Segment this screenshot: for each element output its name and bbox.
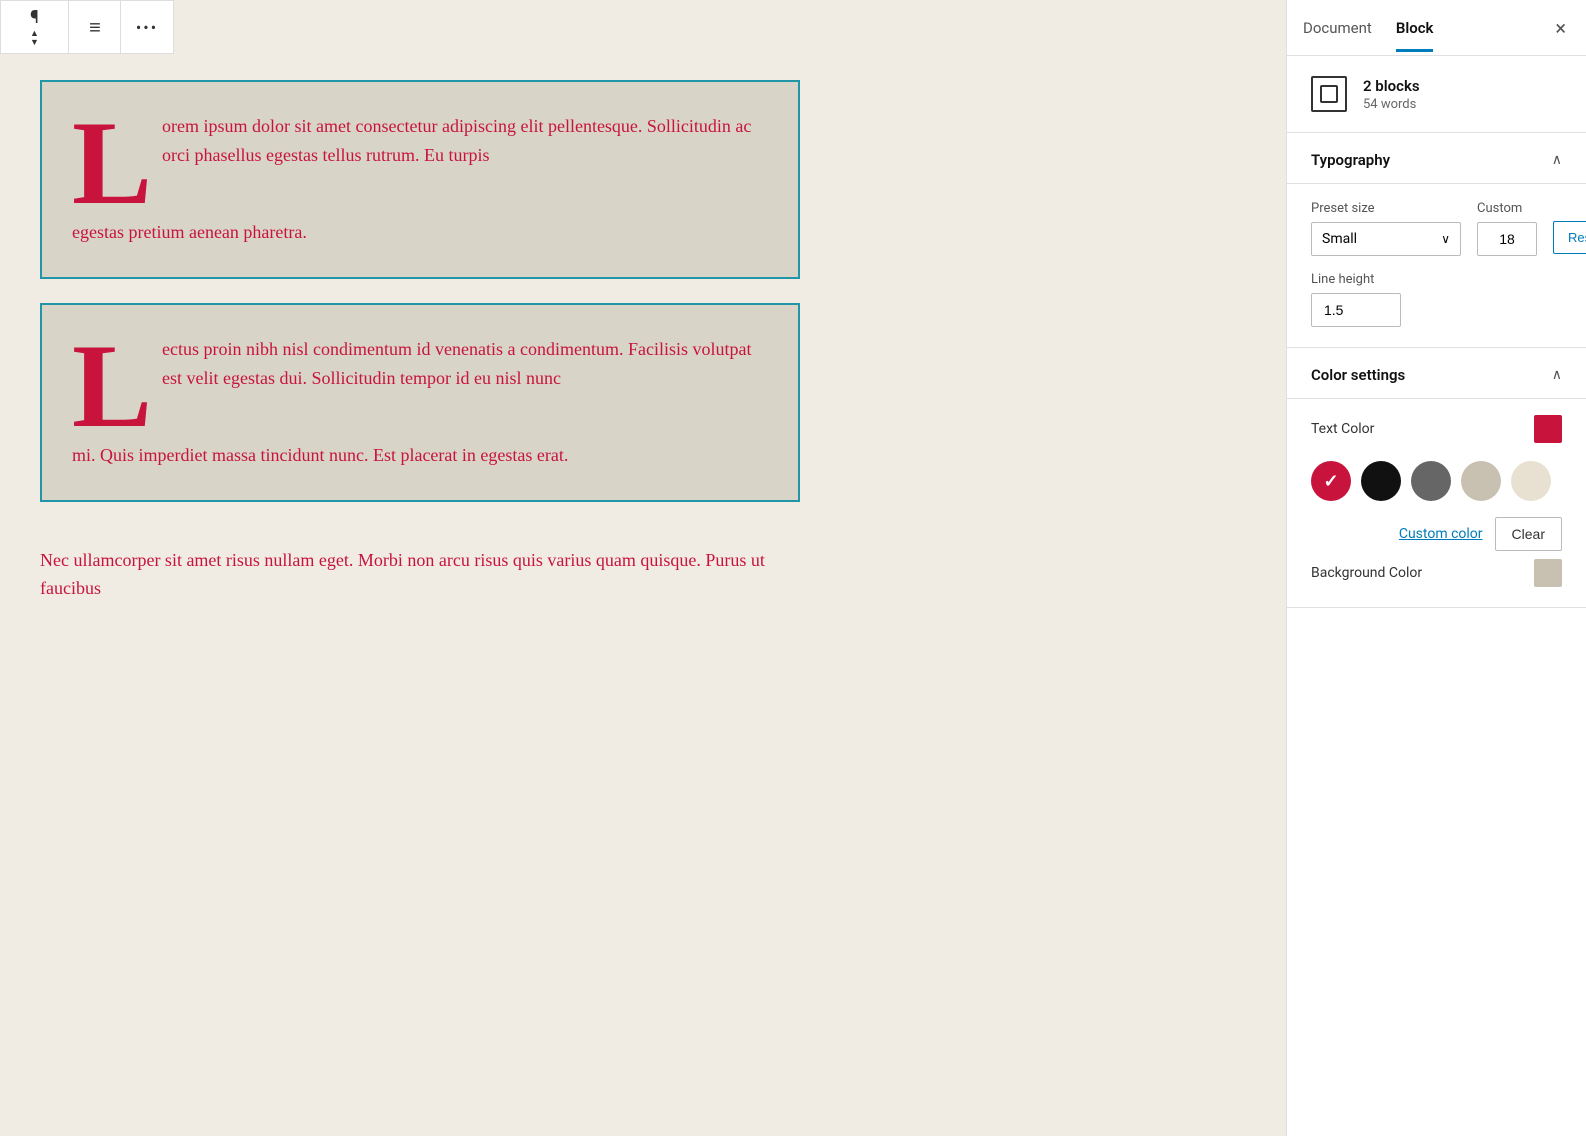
palette-swatch-cream[interactable] [1511, 461, 1551, 501]
preset-value: Small [1322, 231, 1357, 247]
block1-inline-text[interactable]: orem ipsum dolor sit amet consectetur ad… [162, 112, 762, 170]
typography-title: Typography [1311, 151, 1390, 169]
color-chevron-icon: ∧ [1552, 367, 1562, 383]
select-chevron-icon: ∨ [1441, 232, 1450, 246]
reset-group: x Reset [1553, 200, 1586, 256]
preset-row: Preset size Small ∨ Custom x Reset [1311, 200, 1562, 256]
line-height-input[interactable] [1311, 293, 1401, 327]
custom-group: Custom [1477, 201, 1537, 256]
color-section-body: Text Color Custom color Clear Background… [1287, 399, 1586, 608]
palette-swatch-crimson[interactable] [1311, 461, 1351, 501]
sidebar-tabs: Document Block × [1287, 0, 1586, 56]
block3-text[interactable]: Nec ullamcorper sit amet risus nullam eg… [40, 546, 800, 604]
down-arrow-icon: ▼ [30, 39, 39, 48]
color-palette [1311, 461, 1562, 501]
block2-inline-text[interactable]: ectus proin nibh nisl condimentum id ven… [162, 335, 762, 393]
color-settings-title: Color settings [1311, 366, 1405, 384]
preset-group: Preset size Small ∨ [1311, 201, 1461, 256]
words-count: 54 words [1363, 97, 1420, 112]
editor-area: L orem ipsum dolor sit amet consectetur … [0, 0, 840, 1136]
color-actions: Custom color Clear [1311, 517, 1562, 551]
custom-label: Custom [1477, 201, 1537, 216]
custom-color-link[interactable]: Custom color [1399, 526, 1483, 542]
paragraph-move-button[interactable]: ¶ ▲ ▼ [1, 1, 69, 53]
text-color-row: Text Color [1311, 415, 1562, 443]
line-height-group: Line height [1311, 272, 1562, 327]
line-height-label: Line height [1311, 272, 1562, 287]
background-color-label: Background Color [1311, 565, 1522, 581]
list-view-button[interactable]: ≡ [69, 1, 121, 53]
more-options-button[interactable]: ••• [121, 1, 173, 53]
drop-cap-letter-1: L [72, 112, 152, 214]
drop-cap-letter-2: L [72, 335, 152, 437]
custom-input[interactable] [1477, 222, 1537, 256]
paragraph-icon: ¶ [30, 7, 39, 28]
typography-section-body: Preset size Small ∨ Custom x Reset Line … [1287, 184, 1586, 348]
preset-select[interactable]: Small ∨ [1311, 222, 1461, 256]
sidebar: Document Block × 2 blocks 54 words Typog… [1286, 0, 1586, 1136]
reset-button[interactable]: Reset [1553, 221, 1586, 254]
block-info: 2 blocks 54 words [1287, 56, 1586, 133]
palette-swatch-gray[interactable] [1411, 461, 1451, 501]
editor-block-1[interactable]: L orem ipsum dolor sit amet consectetur … [40, 80, 800, 279]
tab-document[interactable]: Document [1303, 3, 1372, 52]
color-section-header[interactable]: Color settings ∧ [1287, 348, 1586, 399]
block-meta: 2 blocks 54 words [1363, 77, 1420, 112]
block1-below-text[interactable]: egestas pretium aenean pharetra. [72, 218, 762, 247]
list-icon: ≡ [89, 15, 100, 40]
toolbar: ¶ ▲ ▼ ≡ ••• [0, 0, 174, 54]
typography-chevron-icon: ∧ [1552, 152, 1562, 168]
palette-swatch-black[interactable] [1361, 461, 1401, 501]
more-icon: ••• [136, 18, 158, 37]
typography-section-header[interactable]: Typography ∧ [1287, 133, 1586, 184]
block2-below-text[interactable]: mi. Quis imperdiet massa tincidunt nunc.… [72, 441, 762, 470]
editor-block-2[interactable]: L ectus proin nibh nisl condimentum id v… [40, 303, 800, 502]
blocks-count: 2 blocks [1363, 77, 1420, 95]
text-color-label: Text Color [1311, 421, 1522, 437]
block-icon [1311, 76, 1347, 112]
palette-swatch-tan[interactable] [1461, 461, 1501, 501]
close-button[interactable]: × [1551, 12, 1570, 44]
preset-label: Preset size [1311, 201, 1461, 216]
editor-block-3[interactable]: Nec ullamcorper sit amet risus nullam eg… [40, 526, 800, 614]
background-color-swatch[interactable] [1534, 559, 1562, 587]
text-color-swatch[interactable] [1534, 415, 1562, 443]
tab-block[interactable]: Block [1396, 3, 1434, 52]
background-color-row: Background Color [1311, 559, 1562, 587]
clear-button[interactable]: Clear [1495, 517, 1562, 551]
